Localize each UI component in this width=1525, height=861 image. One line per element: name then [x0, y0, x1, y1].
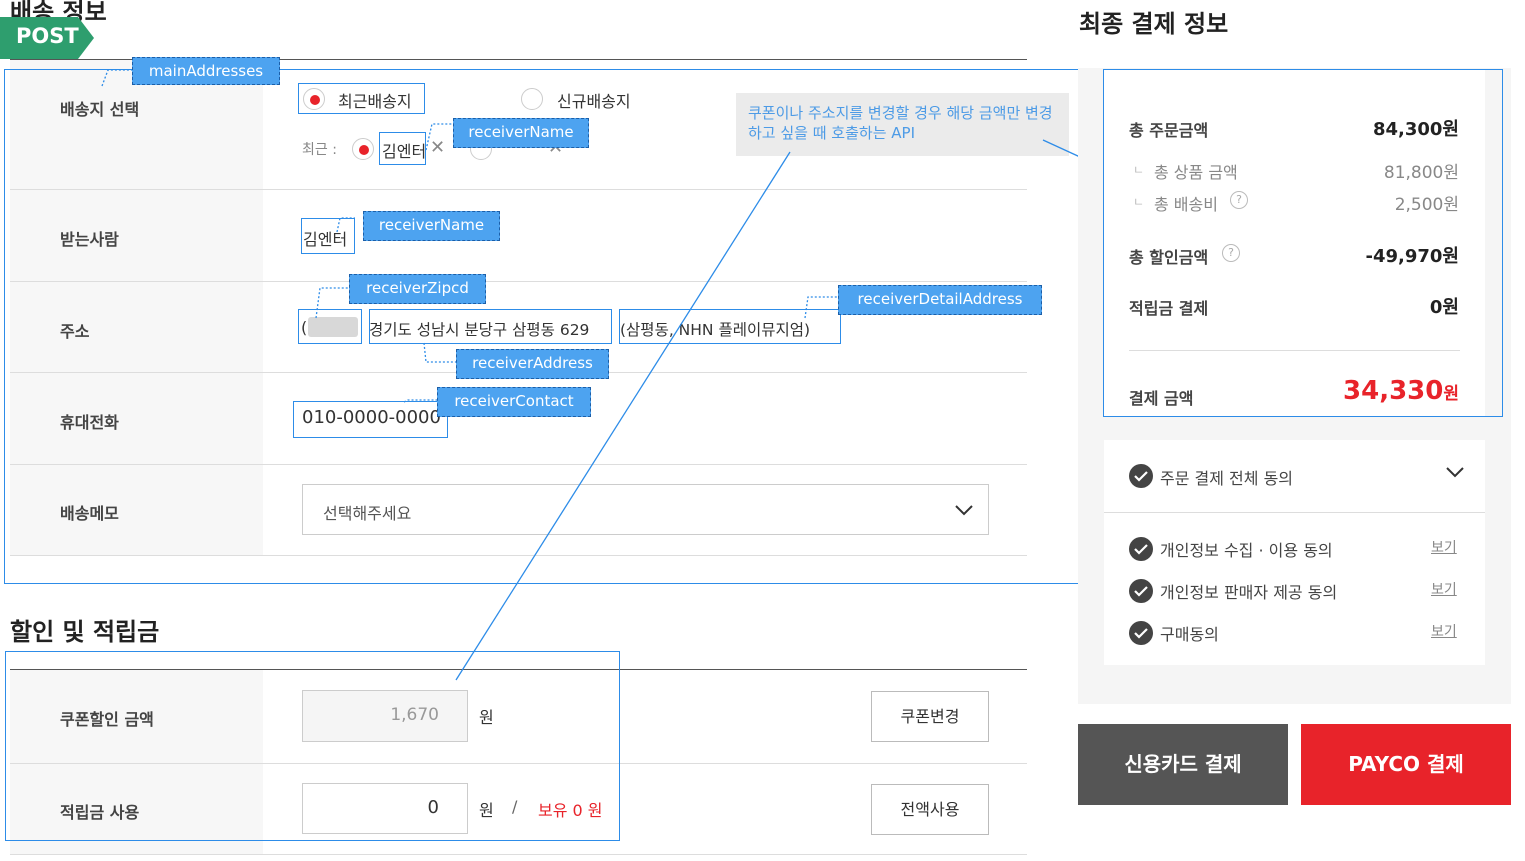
final-amount: 34,330원: [1343, 376, 1459, 406]
check-icon[interactable]: [1129, 537, 1153, 561]
sub-branch-icon: ㄴ: [1133, 195, 1145, 209]
agreement-view-link[interactable]: 보기: [1431, 537, 1457, 557]
final-amount-value: 34,330: [1343, 376, 1444, 406]
chevron-down-icon[interactable]: [1446, 466, 1464, 478]
total-order-label: 총 주문금액: [1129, 121, 1209, 140]
payment-section-title: 최종 결제 정보: [1079, 10, 1229, 38]
agreement-view-link[interactable]: 보기: [1431, 579, 1457, 599]
points-payment-label: 적립금 결제: [1129, 299, 1209, 318]
agreement-item-label: 개인정보 판매자 제공 동의: [1160, 583, 1338, 602]
sub-branch-icon: ㄴ: [1133, 163, 1145, 177]
agree-all-label[interactable]: 주문 결제 전체 동의: [1160, 465, 1293, 489]
help-icon[interactable]: ?: [1222, 244, 1240, 262]
final-amount-label: 결제 금액: [1129, 389, 1194, 408]
discount-total-value: -49,970원: [1365, 246, 1460, 267]
agreement-item-label: 구매동의: [1160, 625, 1219, 644]
check-icon[interactable]: [1129, 579, 1153, 603]
shipping-fee-value: 2,500원: [1394, 195, 1459, 215]
help-icon[interactable]: ?: [1230, 191, 1248, 209]
total-order-value: 84,300원: [1372, 119, 1459, 140]
payment-divider: [1129, 350, 1460, 351]
final-amount-unit: 원: [1443, 384, 1459, 404]
shipping-fee-label: 총 배송비: [1154, 195, 1218, 214]
credit-card-pay-button[interactable]: 신용카드 결제: [1078, 724, 1288, 805]
payco-pay-button[interactable]: PAYCO 결제: [1301, 724, 1511, 805]
agreement-view-link[interactable]: 보기: [1431, 621, 1457, 641]
agreement-divider: [1104, 512, 1485, 513]
agreement-item-label: 개인정보 수집 · 이용 동의: [1160, 541, 1333, 560]
discount-total-label: 총 할인금액: [1129, 248, 1209, 267]
product-amount-label: 총 상품 금액: [1154, 163, 1238, 182]
points-payment-value: 0원: [1429, 297, 1459, 318]
check-icon[interactable]: [1129, 621, 1153, 645]
product-amount-value: 81,800원: [1383, 163, 1459, 183]
check-all-icon[interactable]: [1129, 464, 1153, 488]
